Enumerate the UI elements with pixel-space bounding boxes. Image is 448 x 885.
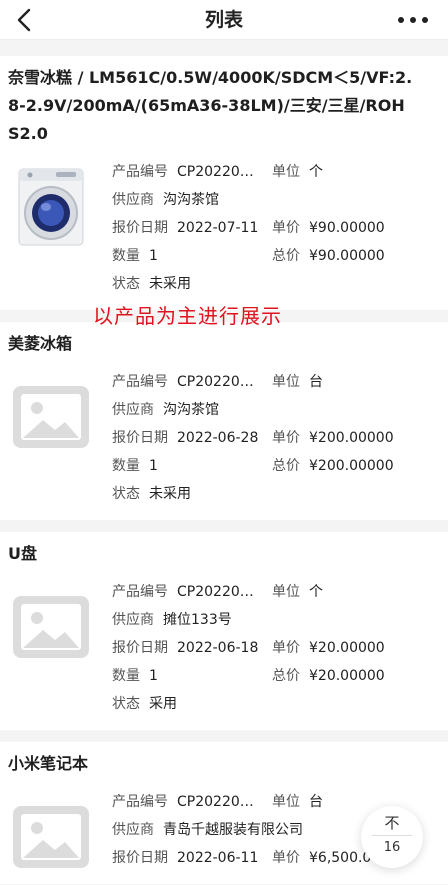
divider bbox=[372, 835, 412, 836]
row-qty-total: 数量 1 总价 ¥200.00000 bbox=[112, 452, 440, 480]
product-list: 奈雪冰糕 / LM561C/0.5W/4000K/SDCM＜5/VF:2.8-2… bbox=[0, 56, 448, 885]
product-card[interactable]: 美菱冰箱 产品编号 CP20220… 单位台 供应商 沟沟茶馆 报价日期 202… bbox=[0, 322, 448, 520]
product-title: 奈雪冰糕 / LM561C/0.5W/4000K/SDCM＜5/VF:2.8-2… bbox=[8, 68, 413, 143]
product-image bbox=[8, 164, 94, 250]
total-price: ¥20.00000 bbox=[309, 668, 385, 684]
row-qty-total: 数量 1 总价 ¥20.00000 bbox=[112, 662, 440, 690]
product-card[interactable]: 奈雪冰糕 / LM561C/0.5W/4000K/SDCM＜5/VF:2.8-2… bbox=[0, 56, 448, 310]
page-title: 列表 bbox=[204, 9, 243, 31]
supplier-value: 摊位133号 bbox=[163, 612, 232, 628]
item-count: 16 bbox=[383, 840, 401, 855]
row-qty-total: 数量 1 总价 ¥90.00000 bbox=[112, 242, 440, 270]
product-code: CP20220… bbox=[177, 374, 254, 390]
unit-value: 个 bbox=[309, 164, 323, 180]
row-supplier: 供应商 沟沟茶馆 bbox=[112, 396, 440, 424]
quote-date: 2022-06-28 bbox=[177, 430, 259, 446]
overlay-annotation: 以产品为主进行展示 bbox=[93, 304, 282, 328]
supplier-value: 沟沟茶馆 bbox=[163, 192, 219, 208]
washing-machine-icon bbox=[18, 168, 84, 246]
total-price: ¥90.00000 bbox=[309, 248, 385, 264]
supplier-value: 沟沟茶馆 bbox=[163, 402, 219, 418]
product-code: CP20220… bbox=[177, 584, 254, 600]
row-status: 状态 未采用 bbox=[112, 480, 440, 508]
more-icon[interactable] bbox=[398, 10, 428, 30]
product-title: 小米笔记本 bbox=[8, 754, 89, 773]
unit-value: 台 bbox=[309, 794, 323, 810]
unit-value: 个 bbox=[309, 584, 323, 600]
quote-date: 2022-06-18 bbox=[177, 640, 259, 656]
total-price: ¥200.00000 bbox=[309, 458, 394, 474]
back-to-top-icon: 不 bbox=[384, 814, 400, 832]
row-status: 状态 未采用 bbox=[112, 270, 440, 298]
product-code: CP20220… bbox=[177, 164, 254, 180]
unit-price: ¥90.00000 bbox=[309, 220, 385, 236]
row-code-unit: 产品编号 CP20220… 单位台 bbox=[112, 368, 440, 396]
row-status: 状态 采用 bbox=[112, 690, 440, 718]
product-code: CP20220… bbox=[177, 794, 254, 810]
back-to-top-button[interactable]: 不 16 bbox=[361, 806, 423, 868]
status-value: 未采用 bbox=[149, 486, 191, 502]
row-supplier: 供应商 摊位133号 bbox=[112, 606, 440, 634]
image-placeholder-icon bbox=[8, 374, 94, 460]
quantity: 1 bbox=[149, 668, 158, 684]
unit-value: 台 bbox=[309, 374, 323, 390]
row-date-price: 报价日期 2022-06-28 单价 ¥200.00000 bbox=[112, 424, 440, 452]
quantity: 1 bbox=[149, 458, 158, 474]
image-placeholder-icon bbox=[8, 794, 94, 880]
row-supplier: 供应商 沟沟茶馆 bbox=[112, 186, 440, 214]
row-code-unit: 产品编号 CP20220… 单位个 bbox=[112, 158, 440, 186]
product-title: U盘 bbox=[8, 544, 37, 563]
unit-price: ¥200.00000 bbox=[309, 430, 394, 446]
status-value: 未采用 bbox=[149, 276, 191, 292]
supplier-value: 青岛千越服装有限公司 bbox=[163, 822, 303, 838]
row-date-price: 报价日期 2022-07-11 单价 ¥90.00000 bbox=[112, 214, 440, 242]
status-value: 采用 bbox=[149, 696, 177, 712]
quote-date: 2022-06-11 bbox=[177, 850, 259, 866]
image-placeholder-icon bbox=[8, 584, 94, 670]
unit-price: ¥20.00000 bbox=[309, 640, 385, 656]
quantity: 1 bbox=[149, 248, 158, 264]
product-card[interactable]: U盘 产品编号 CP20220… 单位个 供应商 摊位133号 报价日期 202… bbox=[0, 532, 448, 730]
row-code-unit: 产品编号 CP20220… 单位个 bbox=[112, 578, 440, 606]
quote-date: 2022-07-11 bbox=[177, 220, 259, 236]
product-title: 美菱冰箱 bbox=[8, 334, 73, 353]
row-date-price: 报价日期 2022-06-18 单价 ¥20.00000 bbox=[112, 634, 440, 662]
nav-bar: 列表 bbox=[0, 0, 448, 40]
